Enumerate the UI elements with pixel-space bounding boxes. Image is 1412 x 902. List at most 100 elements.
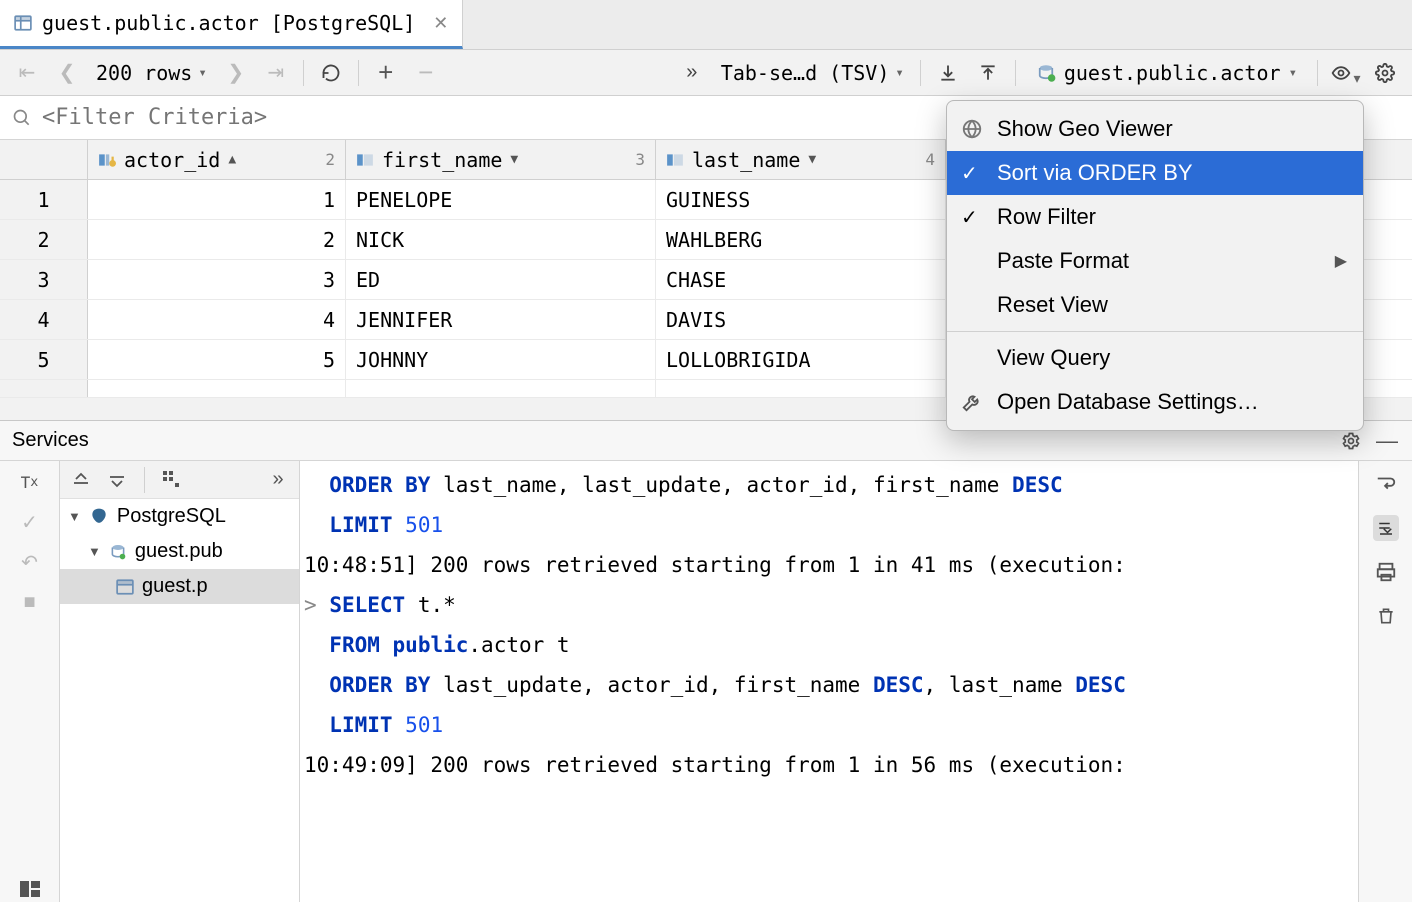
layout-button[interactable]	[17, 876, 43, 902]
cell[interactable]	[88, 380, 346, 397]
add-row-button[interactable]: +	[369, 56, 403, 90]
expand-all-button[interactable]	[68, 467, 94, 493]
separator	[144, 467, 145, 493]
first-page-button[interactable]: ⇤	[10, 56, 44, 90]
tree-table[interactable]: guest.p	[60, 569, 299, 604]
cell[interactable]	[656, 380, 946, 397]
tree-toolbar: »	[60, 461, 299, 499]
services-title: Services	[12, 429, 89, 452]
cell[interactable]: NICK	[346, 220, 656, 259]
services-left-gutter: Tx ✓ ↶ ■	[0, 461, 60, 902]
search-icon	[12, 108, 32, 128]
last-page-button[interactable]: ⇥	[259, 56, 293, 90]
chevron-down-icon: ▾	[198, 65, 206, 81]
remove-row-button[interactable]: −	[409, 56, 443, 90]
cell[interactable]: DAVIS	[656, 300, 946, 339]
menu-separator	[947, 331, 1363, 332]
cell[interactable]: JENNIFER	[346, 300, 656, 339]
tree-root[interactable]: ▼ PostgreSQL	[60, 499, 299, 534]
console-output[interactable]: ORDER BY last_name, last_update, actor_i…	[300, 461, 1358, 902]
download-button[interactable]	[931, 56, 965, 90]
chevron-down-icon: ▾	[1353, 70, 1360, 87]
services-tree: » ▼ PostgreSQL ▼ guest.pub guest.p	[60, 461, 300, 902]
soft-wrap-button[interactable]	[1373, 471, 1399, 497]
chevron-down-icon: ▾	[1289, 65, 1297, 81]
menu-label: Paste Format	[997, 248, 1129, 274]
close-tab-icon[interactable]: ✕	[433, 13, 448, 34]
services-settings-button[interactable]	[1338, 428, 1364, 454]
menu-view-query[interactable]: View Query	[947, 336, 1363, 380]
menu-show-geo-viewer[interactable]: Show Geo Viewer	[947, 107, 1363, 151]
tx-button[interactable]: Tx	[17, 469, 43, 495]
overflow-button[interactable]: »	[675, 56, 709, 90]
collapse-all-button[interactable]	[104, 467, 130, 493]
minimize-button[interactable]: —	[1374, 428, 1400, 454]
tree-datasource[interactable]: ▼ guest.pub	[60, 534, 299, 569]
editor-tabs: guest.public.actor [PostgreSQL] ✕	[0, 0, 1412, 50]
editor-tab[interactable]: guest.public.actor [PostgreSQL] ✕	[0, 0, 463, 49]
next-page-button[interactable]: ❯	[219, 56, 253, 90]
datasource-dropdown[interactable]: guest.public.actor ▾	[1026, 56, 1307, 90]
sort-order: 3	[635, 150, 645, 169]
result-toolbar: ⇤ ❮ 200 rows ▾ ❯ ⇥ + − » Tab-se…d (TSV) …	[0, 50, 1412, 96]
separator	[1015, 60, 1016, 86]
menu-reset-view[interactable]: Reset View	[947, 283, 1363, 327]
limit-literal: 501	[405, 513, 443, 537]
cell[interactable]: 1	[88, 180, 346, 219]
log-line: 10:49:09] 200 rows retrieved starting fr…	[304, 753, 1126, 777]
sort-order: 4	[925, 150, 935, 169]
sort-asc-icon: ▲	[228, 152, 236, 167]
menu-label: Row Filter	[997, 204, 1096, 230]
prev-page-button[interactable]: ❮	[50, 56, 84, 90]
menu-paste-format[interactable]: Paste Format ▶	[947, 239, 1363, 283]
commit-button[interactable]: ✓	[17, 509, 43, 535]
separator	[358, 60, 359, 86]
column-header-actor-id[interactable]: actor_id ▲ 2	[88, 140, 346, 179]
menu-row-filter[interactable]: ✓ Row Filter	[947, 195, 1363, 239]
column-header-first-name[interactable]: first_name ▼ 3	[346, 140, 656, 179]
cell[interactable]: WAHLBERG	[656, 220, 946, 259]
check-icon: ✓	[961, 205, 978, 230]
grid-corner	[0, 140, 88, 179]
cell[interactable]: LOLLOBRIGIDA	[656, 340, 946, 379]
rollback-button[interactable]: ↶	[17, 549, 43, 575]
cell[interactable]: ED	[346, 260, 656, 299]
submenu-arrow-icon: ▶	[1335, 251, 1347, 271]
row-count-dropdown[interactable]: 200 rows ▾	[90, 56, 213, 90]
cell[interactable]: 4	[88, 300, 346, 339]
cell[interactable]	[346, 380, 656, 397]
column-header-last-name[interactable]: last_name ▼ 4	[656, 140, 946, 179]
menu-open-db-settings[interactable]: Open Database Settings…	[947, 380, 1363, 424]
group-button[interactable]	[159, 467, 185, 493]
row-number: 1	[0, 180, 88, 219]
view-mode-button[interactable]: ▾	[1328, 56, 1362, 90]
clear-button[interactable]	[1373, 603, 1399, 629]
chevron-down-icon: ▾	[895, 65, 903, 81]
row-number: 3	[0, 260, 88, 299]
table-icon	[14, 14, 32, 32]
cell[interactable]: GUINESS	[656, 180, 946, 219]
cell[interactable]: 5	[88, 340, 346, 379]
separator	[303, 60, 304, 86]
reload-button[interactable]	[314, 56, 348, 90]
upload-button[interactable]	[971, 56, 1005, 90]
row-number: 5	[0, 340, 88, 379]
menu-label: Reset View	[997, 292, 1108, 318]
menu-label: Show Geo Viewer	[997, 116, 1173, 142]
cell[interactable]: JOHNNY	[346, 340, 656, 379]
tree-overflow-button[interactable]: »	[265, 467, 291, 493]
menu-sort-order-by[interactable]: ✓ Sort via ORDER BY	[947, 151, 1363, 195]
cell[interactable]: PENELOPE	[346, 180, 656, 219]
export-format-dropdown[interactable]: Tab-se…d (TSV) ▾	[715, 56, 910, 90]
cell[interactable]: CHASE	[656, 260, 946, 299]
scroll-to-end-button[interactable]	[1373, 515, 1399, 541]
stop-button[interactable]: ■	[17, 589, 43, 615]
row-number: 4	[0, 300, 88, 339]
column-name: actor_id	[124, 148, 220, 172]
print-button[interactable]	[1373, 559, 1399, 585]
row-number: 2	[0, 220, 88, 259]
cell[interactable]: 2	[88, 220, 346, 259]
column-icon	[666, 151, 684, 169]
settings-button[interactable]	[1368, 56, 1402, 90]
cell[interactable]: 3	[88, 260, 346, 299]
